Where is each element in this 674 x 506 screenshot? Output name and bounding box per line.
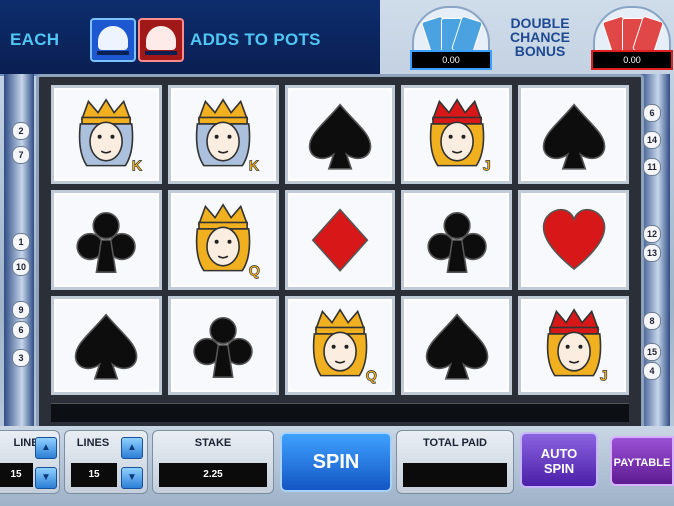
reel-symbol-spade	[51, 295, 162, 395]
reel-symbol-spade	[401, 295, 513, 395]
reel-symbol-jack: J	[518, 295, 629, 395]
reel-symbol-king: K	[167, 85, 279, 185]
svg-text:Q: Q	[249, 263, 260, 279]
blue-cards-icon	[412, 6, 490, 54]
reel-symbol-queen: Q	[284, 295, 396, 395]
line-up-arrow-icon[interactable]: ▲	[35, 437, 57, 459]
lines-up-arrow-icon[interactable]: ▲	[121, 437, 143, 459]
payline-marker[interactable]: 15	[643, 343, 661, 361]
reel-symbol-club	[51, 190, 162, 290]
svg-text:K: K	[132, 158, 143, 174]
double-chance-bonus-title: DOUBLE CHANCE BONUS	[510, 15, 570, 59]
total-paid-value	[403, 463, 507, 487]
reel-symbol-spade	[518, 85, 629, 185]
svg-text:K: K	[249, 158, 260, 174]
blue-pot-icon	[90, 18, 136, 62]
line-down-arrow-icon[interactable]: ▼	[35, 467, 57, 489]
payline-marker[interactable]: 8	[643, 312, 661, 330]
reel-symbol-diamond	[284, 190, 396, 290]
reel-symbol-heart	[518, 190, 629, 290]
svg-text:J: J	[482, 158, 490, 174]
svg-text:J: J	[599, 369, 607, 385]
stake-value: 2.25	[159, 463, 267, 487]
blue-pot-value: 0.00	[410, 50, 492, 70]
red-pot-value: 0.00	[591, 50, 673, 70]
reel-symbol-king: K	[51, 85, 162, 185]
payline-marker[interactable]: 3	[12, 349, 30, 367]
reel-symbol-jack: J	[401, 85, 513, 185]
payline-marker[interactable]: 9	[12, 301, 30, 319]
reel-symbol-club	[401, 190, 513, 290]
payline-marker[interactable]: 4	[643, 362, 661, 380]
lines-value: 15	[71, 463, 117, 487]
blue-bonus-pot: 0.00	[404, 0, 494, 74]
auto-spin-button[interactable]: AUTO SPIN	[520, 432, 598, 488]
payline-marker[interactable]: 6	[643, 104, 661, 122]
spin-button[interactable]: SPIN	[280, 432, 392, 492]
total-paid-label: TOTAL PAID	[423, 437, 487, 449]
svg-text:Q: Q	[366, 369, 377, 385]
payline-marker[interactable]: 12	[643, 225, 661, 243]
lines-down-arrow-icon[interactable]: ▼	[121, 467, 143, 489]
pots-banner: EACH ADDS TO POTS	[0, 0, 380, 76]
lines-control: LINES 15 ▲ ▼	[64, 430, 148, 494]
payline-marker[interactable]: 10	[12, 258, 30, 276]
paytable-button[interactable]: PAYTABLE	[610, 436, 674, 486]
red-pot-icon	[138, 18, 184, 62]
reel-symbol-club	[167, 295, 279, 395]
reel-bottom-bar	[51, 403, 629, 422]
stake-label: STAKE	[194, 437, 232, 449]
total-paid-box: TOTAL PAID	[396, 430, 514, 494]
payline-marker[interactable]: 11	[643, 158, 661, 176]
line-bet-control: LINE 15 ▲ ▼	[0, 430, 60, 494]
red-cards-icon	[593, 6, 671, 54]
payline-marker[interactable]: 1	[12, 233, 30, 251]
lines-label: LINES	[76, 437, 110, 449]
line-value: 15	[0, 463, 33, 487]
reel-symbol-spade	[284, 85, 396, 185]
reel-frame: K K J Q Q J	[36, 74, 644, 432]
red-bonus-pot: 0.00	[585, 0, 674, 74]
payline-marker[interactable]: 13	[643, 244, 661, 262]
payline-marker[interactable]: 7	[12, 146, 30, 164]
reel-symbol-queen: Q	[167, 190, 279, 290]
payline-marker[interactable]: 14	[643, 131, 661, 149]
reel-grid: K K J Q Q J	[51, 85, 629, 395]
payline-marker[interactable]: 2	[12, 122, 30, 140]
payline-marker[interactable]: 6	[12, 321, 30, 339]
each-label: EACH	[10, 30, 60, 49]
stake-box: STAKE 2.25	[152, 430, 274, 494]
adds-to-pots-label: ADDS TO POTS	[190, 30, 321, 49]
